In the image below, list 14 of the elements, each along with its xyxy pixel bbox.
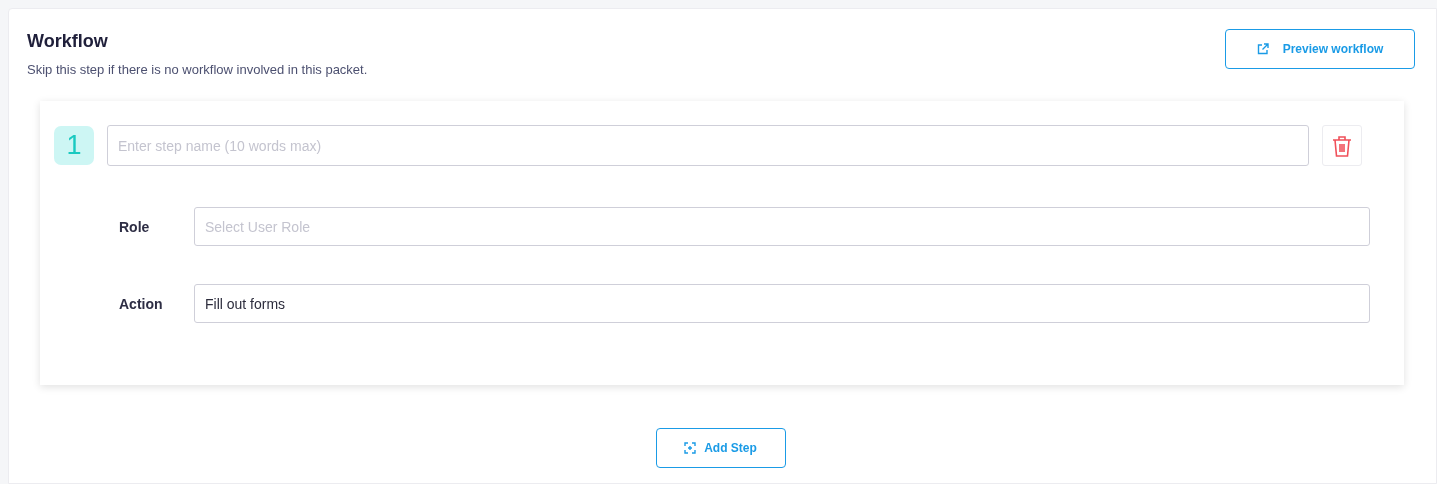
preview-workflow-button[interactable]: Preview workflow	[1225, 29, 1415, 69]
text-field[interactable]: Fill out forms	[194, 284, 1370, 323]
section-description: Skip this step if there is no workflow involved in this packet.	[27, 62, 368, 77]
step-number: 1	[54, 126, 94, 165]
field-label: Role	[119, 218, 151, 235]
add-icon	[684, 442, 697, 454]
text-field[interactable]: Select User Role	[194, 207, 1370, 246]
add-step-button[interactable]: Add Step	[655, 428, 786, 468]
field-label: Action	[119, 295, 164, 312]
step-name-field[interactable]: Enter step name (10 words max)	[107, 125, 1309, 166]
trash-icon	[1332, 134, 1352, 157]
external-link-icon	[1256, 43, 1269, 55]
section-title: Workflow	[27, 30, 109, 52]
delete-button[interactable]	[1322, 125, 1362, 166]
